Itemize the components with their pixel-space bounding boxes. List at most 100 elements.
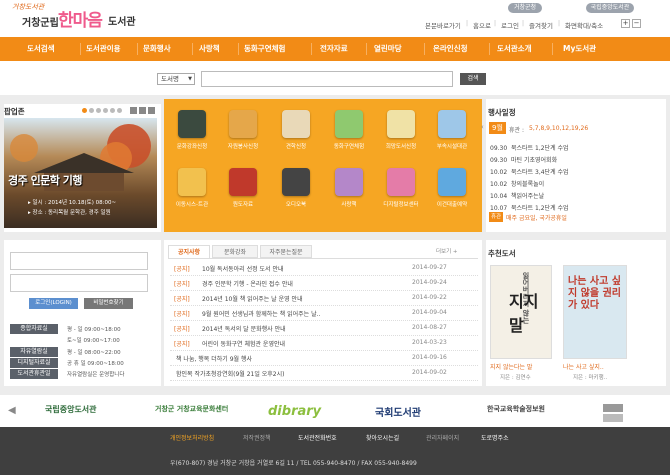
service-storytelling[interactable]: 동화구연체험 <box>329 110 369 162</box>
util-home[interactable]: 홈으로 <box>473 20 491 30</box>
service-volunteer[interactable]: 자원봉사신청 <box>223 110 263 162</box>
logo-city[interactable]: 거창군립 <box>22 14 59 29</box>
login-button[interactable]: 로그인(LOGIN) <box>29 298 78 309</box>
carousel-dot-active[interactable] <box>82 108 87 113</box>
service-culture-class[interactable]: 문화강좌신청 <box>172 110 212 162</box>
nav-culture-events[interactable]: 문화행사 <box>143 37 171 61</box>
nav-open-forum[interactable]: 열린마당 <box>374 37 402 61</box>
zoom-out-icon[interactable]: − <box>632 19 641 28</box>
nav-divider <box>311 43 312 55</box>
event-item[interactable]: 10.07 북스타트 1,2단계 수업 <box>490 203 569 212</box>
recommended-books-title: 추천도서 <box>488 249 516 258</box>
footer-copyright-link[interactable]: 저작권정책 <box>243 433 271 442</box>
carousel-dot[interactable] <box>96 108 101 113</box>
pause-icon[interactable] <box>130 107 137 114</box>
partner-dibrary[interactable]: dibrary <box>268 404 321 419</box>
service-tour[interactable]: 견학신청 <box>276 110 316 162</box>
service-mobile-library[interactable]: 이동시스-트관 <box>172 168 212 220</box>
link-national-library[interactable]: 국립중앙도서관 <box>586 3 634 13</box>
event-item[interactable]: 10.02 창의블록놀이 <box>490 179 544 188</box>
service-digital-center[interactable]: 디지털정보센터 <box>381 168 421 220</box>
carousel-dot[interactable] <box>110 108 115 113</box>
partner-geochang-center[interactable]: 거창군 거창교육문화센터 <box>155 404 230 414</box>
nav-online-apply[interactable]: 온라인신청 <box>433 37 468 61</box>
util-divider: | <box>558 20 561 27</box>
tab-culture-class[interactable]: 문화강좌 <box>212 245 258 258</box>
partner-national-library[interactable]: 국립중앙도서관 <box>45 404 97 415</box>
carousel-dot[interactable] <box>89 108 94 113</box>
link-county-office[interactable]: 거창군청 <box>508 3 542 13</box>
footer-privacy-link[interactable]: 개인정보처리방침 <box>170 433 214 442</box>
hours-label-general: 종합자료실 <box>10 324 58 334</box>
tab-faq[interactable]: 자주묻는질문 <box>260 245 312 258</box>
house-icon <box>178 168 206 196</box>
service-facility-rental[interactable]: 부속시설대관 <box>432 110 472 162</box>
event-item[interactable]: 09.30 북스타트 1,2단계 수업 <box>490 143 569 152</box>
logo-main[interactable]: 한마음 <box>58 6 103 31</box>
nav-e-resources[interactable]: 전자자료 <box>320 37 348 61</box>
nav-divider <box>366 43 367 55</box>
next-icon[interactable] <box>148 107 155 114</box>
play-icon[interactable] <box>603 414 623 422</box>
footer-road-address-link[interactable]: 도로명주소 <box>481 433 509 442</box>
util-bookmark[interactable]: 즐겨찾기 <box>529 20 553 30</box>
nav-library-use[interactable]: 도서관이용 <box>86 37 121 61</box>
footer-phone-link[interactable]: 도서관전화번호 <box>298 433 337 442</box>
book-cover[interactable]: 나는 사고 싶지 않을 권리가 있다 <box>563 265 627 359</box>
closed-badge: 휴관 <box>489 212 504 222</box>
footer-admin-link[interactable]: 관리자페이지 <box>426 433 459 442</box>
util-skip-content[interactable]: 본문바로가기 <box>425 20 461 30</box>
service-original-docs[interactable]: 원도자료 <box>223 168 263 220</box>
hours-value: 공 휴 일 09:00~18:00 <box>67 361 124 367</box>
logo-tagline: 거창도서관 <box>12 3 45 11</box>
book-author: 지은 : 마키행.. <box>573 375 608 381</box>
nav-book-search[interactable]: 도서검색 <box>27 37 55 61</box>
prev-arrow-icon[interactable]: ◀ <box>8 405 16 416</box>
event-item[interactable]: 10.04 책읽어주는날 <box>490 191 544 200</box>
nav-storytelling[interactable]: 동화구연체험 <box>244 37 285 61</box>
book-caption[interactable]: 지지 않는다는 말 <box>490 362 532 371</box>
search-input[interactable] <box>201 71 453 87</box>
event-item[interactable]: 10.02 북스타트 3,4단계 수업 <box>490 167 569 176</box>
table-row[interactable]: [공지] 10월 독서동아리 선정 도서 안내 2014-09-27 <box>170 261 478 276</box>
nav-my-library[interactable]: My도서관 <box>563 37 596 61</box>
prev-icon[interactable] <box>139 107 146 114</box>
util-login[interactable]: 로그인 <box>501 20 519 30</box>
service-loan-reserve[interactable]: 이건대출예약 <box>432 168 472 220</box>
blocks-icon <box>438 110 466 138</box>
nav-love-books[interactable]: 사랑책 <box>199 37 220 61</box>
table-row[interactable]: [공지] 경주 인문학 기행 - 온라인 접수 안내 2014-09-24 <box>170 276 478 291</box>
search-button[interactable]: 검색 <box>460 73 486 85</box>
footer-directions-link[interactable]: 찾아오시는길 <box>366 433 399 442</box>
search-type-select[interactable]: 도서명 ▼ <box>157 73 195 85</box>
table-row[interactable]: 함인복 작가초청강연회(9월 21일 오후2시) 2014-09-02 <box>170 366 478 381</box>
books-shelf-icon <box>229 110 257 138</box>
carousel-dot[interactable] <box>103 108 108 113</box>
table-row[interactable]: [공지] 2014년 독서의 달 문화행사 안내 2014-08-27 <box>170 321 478 336</box>
logo-library[interactable]: 도서관 <box>108 13 136 28</box>
partner-national-assembly-library[interactable]: 국회도서관 <box>375 404 421 419</box>
service-book-request[interactable]: 희망도서신청 <box>381 110 421 162</box>
pause-icon[interactable] <box>603 404 623 412</box>
table-row[interactable]: [공지] 9월 원어민 선생님과 함께하는 책 읽어주는 날.. 2014-09-0… <box>170 306 478 321</box>
table-row[interactable]: [공지] 어린이 동화구연 체험관 운영안내 2014-03-23 <box>170 336 478 351</box>
table-row[interactable]: [공지] 2014년 10월 책 읽어주는 날 운영 안내 2014-09-22 <box>170 291 478 306</box>
zoom-in-icon[interactable]: + <box>621 19 630 28</box>
book-cover-title: 나는 사고 싶지 않을 권리가 있다 <box>568 276 621 311</box>
book-caption[interactable]: 나는 사고 싶지.. <box>563 362 604 371</box>
table-row[interactable]: 책 나눔, 행복 더하기 9월 행사 2014-09-16 <box>170 351 478 366</box>
prev-month-icon[interactable]: ‹ <box>481 123 484 131</box>
service-audiobook[interactable]: 오디오북 <box>276 168 316 220</box>
user-id-field[interactable] <box>10 252 148 270</box>
event-item[interactable]: 09.30 마틴 기초영어회화 <box>490 155 557 164</box>
find-password-button[interactable]: 비밀번호찾기 <box>84 298 133 309</box>
carousel-dot[interactable] <box>117 108 122 113</box>
partner-keris[interactable]: 한국교육학술정보원 <box>487 404 545 414</box>
password-field[interactable] <box>10 274 148 292</box>
nav-about-library[interactable]: 도서관소개 <box>497 37 532 61</box>
notices-more-link[interactable]: 더보기 + <box>436 247 458 255</box>
book-cover[interactable]: 잃어버리지 않는 지지 말 <box>490 265 552 359</box>
util-zoom[interactable]: 화면확대/축소 <box>565 20 603 30</box>
tab-notices[interactable]: 공지사항 <box>168 245 210 258</box>
service-love-books[interactable]: 사랑책 <box>329 168 369 220</box>
